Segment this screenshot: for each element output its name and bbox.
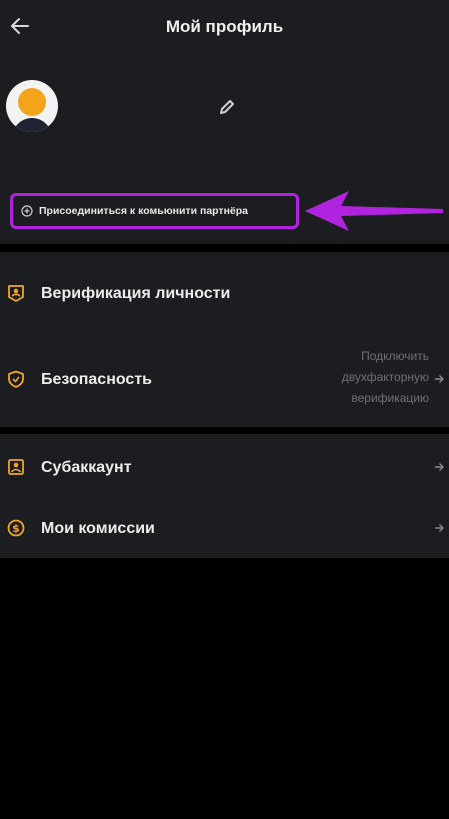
user-avatar-icon[interactable] [6,80,58,132]
id-badge-icon [8,285,24,302]
menu-item-verification-label: Верификация личности [41,285,231,302]
pencil-icon[interactable] [218,98,236,116]
shield-icon [8,370,24,388]
chevron-right-icon [435,463,444,471]
menu-item-verification[interactable]: Верификация личности [0,268,449,318]
menu-item-subaccount-label: Субаккаунт [41,459,132,476]
dollar-circle-icon: $ [7,519,25,537]
menu-item-commissions-label: Мои комиссии [41,520,155,537]
profile-header-panel: Мой профиль Присоединиться к комьюнити п… [0,0,449,244]
user-card-icon [8,459,24,475]
menu-item-commissions[interactable]: $ Мои комиссии [0,503,449,553]
menu-item-subaccount[interactable]: Субаккаунт [0,442,449,492]
join-partner-community-button[interactable]: Присоединиться к комьюнити партнёра [10,193,299,229]
chevron-right-icon [435,524,444,532]
svg-text:$: $ [12,522,20,535]
chevron-right-icon [435,375,444,383]
menu-item-security-label: Безопасность [41,371,152,388]
join-partner-community-label: Присоединиться к комьюнити партнёра [39,205,249,217]
plus-circle-icon [21,205,33,217]
annotation-arrow-icon [305,191,443,231]
page-title: Мой профиль [165,17,284,36]
top-bar: Мой профиль [0,0,449,56]
security-2fa-hint: Подключить двухфакторную верификацию [341,349,429,405]
